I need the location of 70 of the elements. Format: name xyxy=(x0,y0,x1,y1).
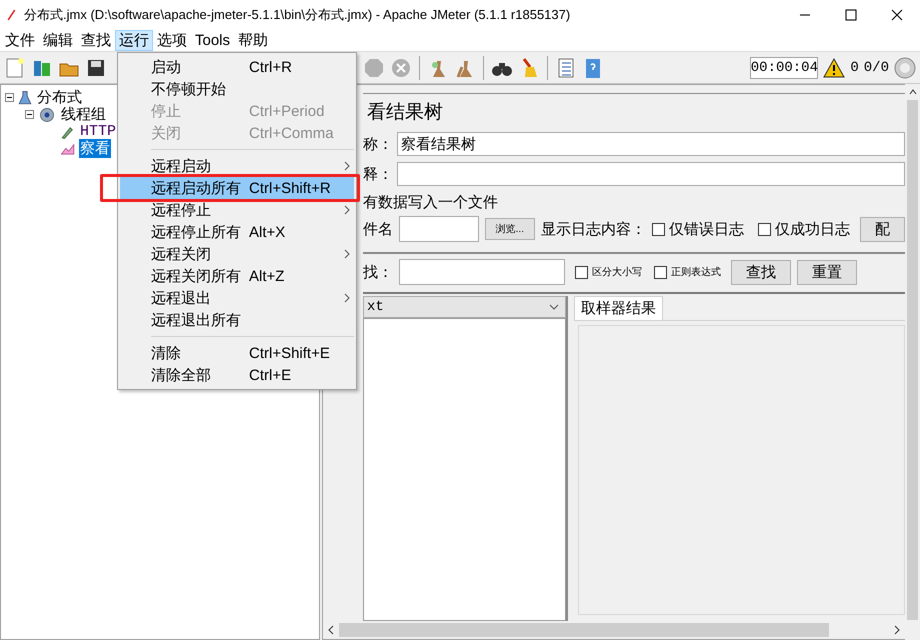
new-file-icon[interactable] xyxy=(4,56,26,78)
minus-icon xyxy=(6,94,13,101)
chevron-right-icon xyxy=(344,205,350,215)
menu-item[interactable]: 远程启动 xyxy=(120,155,354,177)
field-label: 释： xyxy=(363,164,393,184)
find-button[interactable]: 查找 xyxy=(731,260,791,284)
close-icon xyxy=(891,9,903,21)
menu-item[interactable]: 不停顿开始 xyxy=(120,78,354,100)
browse-button[interactable]: 浏览... xyxy=(484,218,535,240)
chevron-left-icon[interactable] xyxy=(327,625,335,635)
chevron-right-icon xyxy=(344,249,350,259)
maximize-icon xyxy=(845,9,857,21)
checkbox[interactable] xyxy=(575,266,588,278)
window-title: 分布式.jmx (D:\software\apache-jmeter-5.1.1\bin\分布式.jmx) - Apache JMeter (5.1.1 r1855137) xyxy=(24,6,570,24)
search-field[interactable] xyxy=(399,259,565,285)
tree-item[interactable]: 察看 xyxy=(79,139,111,158)
menu-title[interactable]: 帮助 xyxy=(234,30,272,51)
menu-title[interactable]: 选项 xyxy=(153,30,191,51)
comment-field[interactable] xyxy=(397,162,905,186)
filename-field[interactable] xyxy=(399,216,479,242)
log-content-label: 显示日志内容： xyxy=(541,220,646,238)
menu-item[interactable]: 远程停止 xyxy=(120,199,354,221)
reset-button[interactable]: 重置 xyxy=(797,260,857,284)
menu-title[interactable]: Tools xyxy=(191,30,234,51)
checkbox-label: 区分大小写 xyxy=(592,266,642,279)
checkbox-label: 正则表达式 xyxy=(671,266,721,279)
field-label: 件名 xyxy=(363,220,393,238)
chevron-right-icon[interactable] xyxy=(893,625,901,635)
chevron-right-icon xyxy=(344,161,350,171)
menu-item[interactable]: 远程关闭 xyxy=(120,243,354,265)
menu-title[interactable]: 文件 xyxy=(1,30,39,51)
checkbox-label: 仅错误日志 xyxy=(669,220,744,238)
circle-arrows-icon[interactable] xyxy=(894,56,916,78)
tree-item[interactable]: 分布式 xyxy=(36,88,83,107)
minus-icon xyxy=(26,111,33,118)
renderer-dropdown[interactable]: xt xyxy=(363,296,566,318)
collapse-toggle[interactable] xyxy=(25,110,34,119)
thread-count: 0/0 xyxy=(864,60,889,76)
group-legend: 有数据写入一个文件 xyxy=(363,193,905,212)
warning-icon xyxy=(823,56,846,78)
tree-item[interactable]: 线程组 xyxy=(60,105,107,124)
collapse-toggle[interactable] xyxy=(5,93,14,102)
menu-item[interactable]: 远程启动所有 Ctrl+Shift+R xyxy=(120,177,354,199)
checkbox[interactable] xyxy=(652,222,665,236)
field-label: 称： xyxy=(363,134,393,154)
warning-count: 0 xyxy=(850,60,859,76)
chevron-right-icon xyxy=(344,293,350,303)
field-label: 找： xyxy=(363,262,393,282)
checkbox[interactable] xyxy=(654,266,667,278)
menu-item[interactable]: 远程退出所有 xyxy=(120,309,354,331)
menu-item[interactable]: 清除 Ctrl+Shift+E xyxy=(120,342,354,364)
menu-item[interactable]: 远程停止所有 Alt+X xyxy=(120,221,354,243)
menu-title[interactable]: 编辑 xyxy=(39,30,77,51)
menu-item[interactable]: 启动 Ctrl+R xyxy=(120,56,354,78)
flask-icon xyxy=(17,88,33,106)
configure-button[interactable]: 配 xyxy=(860,216,905,242)
menu-title[interactable]: 运行 xyxy=(115,30,153,51)
menu-title[interactable]: 查找 xyxy=(77,30,115,51)
gear-icon xyxy=(37,106,57,124)
checkbox-label: 仅成功日志 xyxy=(775,220,850,238)
menu-item[interactable]: 清除全部 Ctrl+E xyxy=(120,364,354,386)
chevron-down-icon xyxy=(549,304,559,310)
tree-item[interactable]: HTTP xyxy=(79,123,118,140)
name-field[interactable]: 察看结果树 xyxy=(397,132,905,156)
menu-item[interactable]: 远程退出 xyxy=(120,287,354,309)
checkbox[interactable] xyxy=(758,222,771,236)
elapsed-time: 00:00:04 xyxy=(750,56,818,78)
panel-title: 看结果树 xyxy=(363,93,905,129)
tab[interactable]: 取样器结果 xyxy=(574,296,663,320)
menu-item[interactable]: 远程关闭所有 Alt+Z xyxy=(120,265,354,287)
